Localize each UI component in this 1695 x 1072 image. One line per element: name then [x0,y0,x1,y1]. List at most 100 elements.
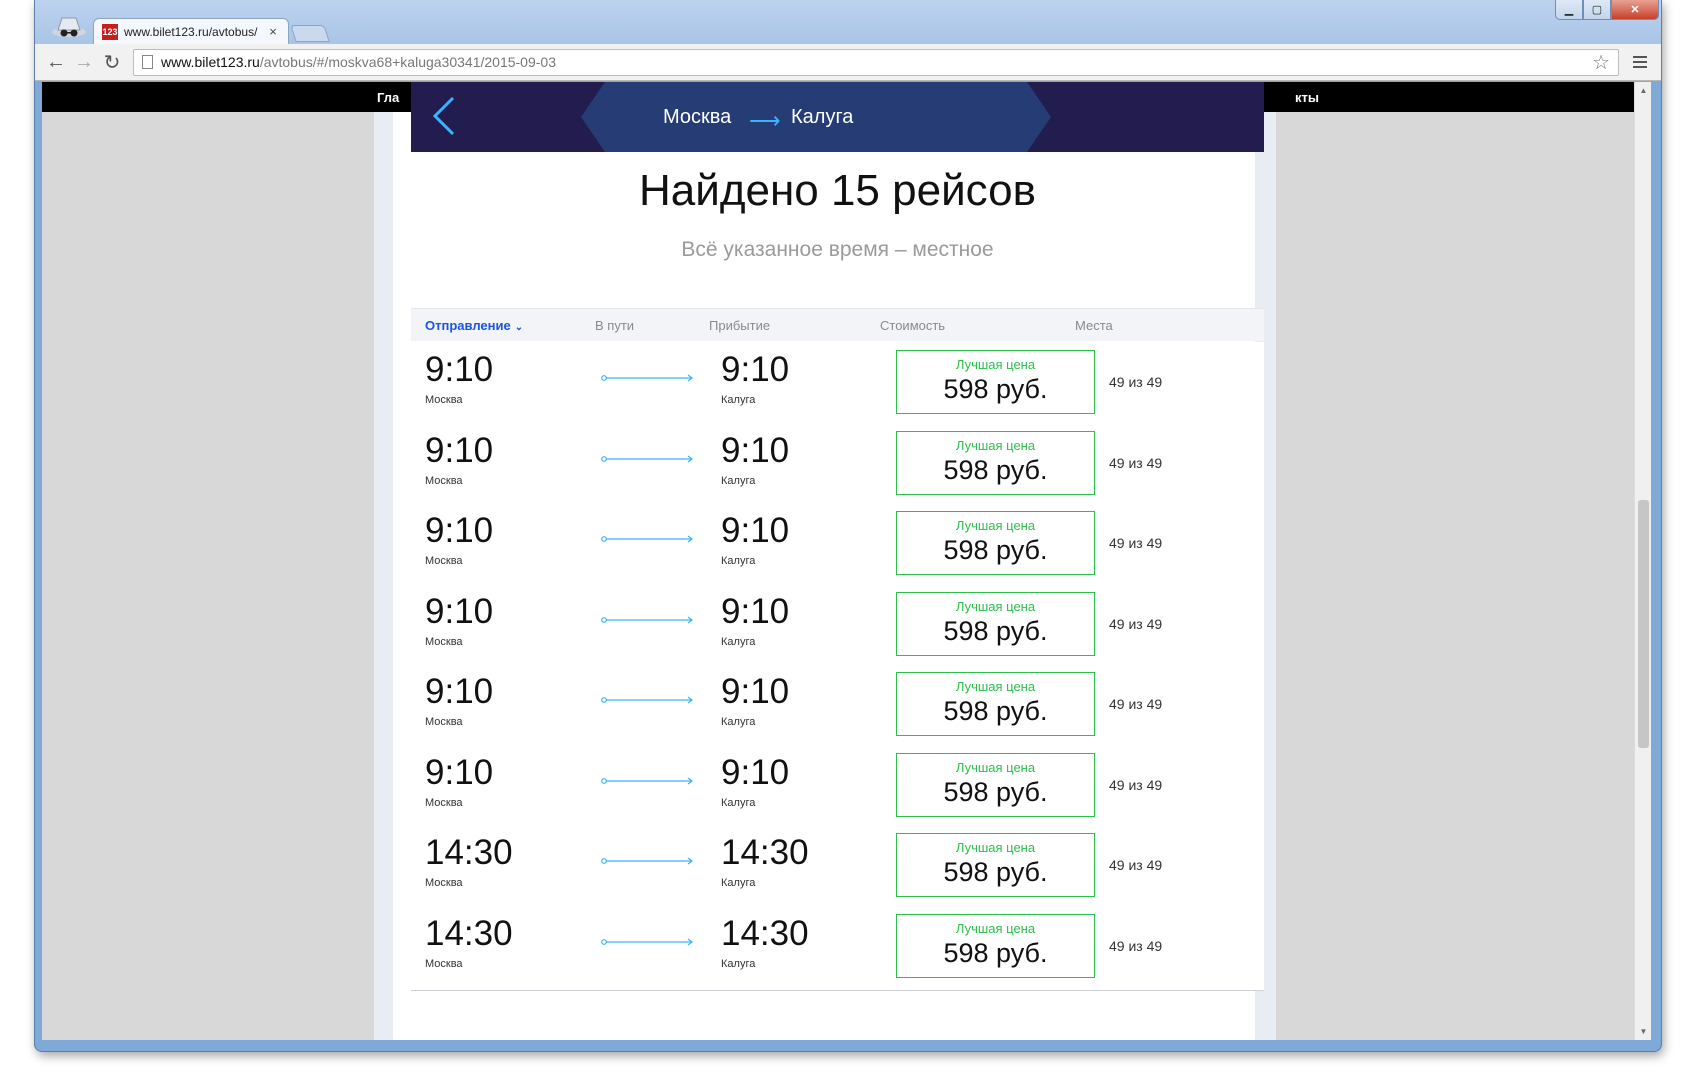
scroll-up-icon[interactable]: ▲ [1635,82,1651,99]
departure-city: Москва [425,555,463,567]
url-host: www.bilet123.ru [161,54,260,70]
price-value: 598 руб. [943,374,1048,404]
browser-window: 123 www.bilet123.ru/avtobus/ × ▁ ▢ ✕ ← →… [34,0,1662,1052]
seats-available: 49 из 49 [1109,615,1163,632]
route-header: Москва ⟶ Калуга [411,82,1264,152]
best-price-button[interactable]: Лучшая цена 598 руб. [896,430,1095,495]
sort-departure-header[interactable]: Отправление ⌄ [425,318,523,333]
best-price-button[interactable]: Лучшая цена 598 руб. [896,833,1095,897]
trip-path-arrow-icon [601,938,693,945]
site-favicon-icon: 123 [102,23,118,40]
forward-button[interactable]: → [71,49,97,75]
seats-available: 49 из 49 [1109,374,1163,390]
price-value: 598 руб. [943,535,1048,565]
tab-close-icon[interactable]: × [266,24,280,39]
route-from: Москва [663,106,732,128]
arrival-city: Калуга [721,474,756,487]
arrival-city: Калуга [721,877,756,889]
trip-path-arrow-icon [601,696,693,704]
trip-row[interactable]: 9:10 Москва 9:10 Калуга Лучшая цена 598 руб. 4… [411,664,1264,749]
best-price-label: Лучшая цена [955,357,1036,372]
best-price-button[interactable]: Лучшая цена 598 руб. [896,913,1095,978]
tab-title: www.bilet123.ru/avtobus/ [124,24,258,39]
window-controls: ▁ ▢ ✕ [1555,0,1659,20]
sort-seats-header[interactable]: Места [1075,318,1113,333]
scroll-down-icon[interactable]: ▼ [1635,1023,1651,1040]
nav-link-home[interactable]: Гла [377,90,399,105]
page-viewport: Гла кты Москва ⟶ Калуга Найдено 15 рейсо… [42,82,1651,1040]
trip-path-arrow-icon [601,455,693,462]
best-price-button[interactable]: Лучшая цена 598 руб. [896,752,1095,817]
best-price-button[interactable]: Лучшая цена 598 руб. [896,350,1095,414]
arrival-time: 14:30 [721,913,809,953]
nav-link-contacts[interactable]: кты [1295,90,1319,105]
route-arrow-icon: ⟶ [749,108,781,133]
address-bar[interactable]: www.bilet123.ru/avtobus/#/moskva68+kalug… [133,48,1619,76]
departure-time: 14:30 [425,833,513,872]
best-price-button[interactable]: Лучшая цена 598 руб. [896,591,1095,656]
page-scrollbar[interactable]: ▲ ▼ [1634,82,1651,1040]
departure-city: Москва [425,635,463,648]
departure-time: 9:10 [425,350,494,389]
price-value: 598 руб. [943,615,1048,646]
price-value: 598 руб. [943,857,1048,887]
arrival-city: Калуга [721,555,756,567]
route-to: Калуга [791,106,854,128]
arrival-city: Калуга [721,635,756,648]
arrival-time: 9:10 [721,511,790,550]
results-subtitle: Всё указанное время – местное [681,238,994,261]
reload-icon[interactable]: ↻ [99,49,125,75]
best-price-button[interactable]: Лучшая цена 598 руб. [896,511,1095,575]
trip-path-arrow-icon [601,535,693,543]
table-header: Отправление ⌄ В пути Прибытие Стоимость М… [411,308,1264,341]
trip-row[interactable]: 9:10 Москва 9:10 Калуга Лучшая цена 598 руб. 4… [411,342,1264,427]
trip-row[interactable]: 9:10 Москва 9:10 Калуга Лучшая цена 598 руб. 4… [411,503,1264,588]
trip-row[interactable]: 14:30 Москва 14:30 Калуга Лучшая цена 598 руб… [411,905,1264,991]
best-price-label: Лучшая цена [955,518,1036,533]
seats-available: 49 из 49 [1109,857,1163,873]
best-price-label: Лучшая цена [955,840,1036,855]
chevron-left-icon[interactable] [431,96,457,136]
minimize-button[interactable]: ▁ [1555,0,1583,20]
sort-duration-header[interactable]: В пути [595,318,634,333]
sort-price-header[interactable]: Стоимость [880,318,945,333]
arrival-city: Калуга [721,394,756,406]
star-icon[interactable]: ☆ [1592,50,1610,75]
arrival-time: 9:10 [721,752,790,792]
browser-tab[interactable]: 123 www.bilet123.ru/avtobus/ × [93,18,289,44]
arrival-city: Калуга [721,957,756,970]
best-price-button[interactable]: Лучшая цена 598 руб. [896,672,1095,736]
page-icon [142,55,153,69]
price-value: 598 руб. [943,454,1048,485]
close-window-button[interactable]: ✕ [1611,0,1659,20]
departure-time: 9:10 [425,591,494,631]
arrival-time: 9:10 [721,430,790,470]
trip-row[interactable]: 14:30 Москва 14:30 Калуга Лучшая цена 598 руб… [411,825,1264,910]
chevron-down-icon: ⌄ [514,322,524,333]
url-path: /avtobus/#/moskva68+kaluga30341/2015-09-… [259,54,556,70]
seats-available: 49 из 49 [1109,696,1163,712]
trip-row[interactable]: 9:10 Москва 9:10 Калуга Лучшая цена 598 руб. 4… [411,744,1264,830]
trip-row[interactable]: 9:10 Москва 9:10 Калуга Лучшая цена 598 руб. 4… [411,422,1264,508]
trip-path-arrow-icon [601,857,693,865]
arrival-time: 14:30 [721,833,809,872]
back-button[interactable]: ← [43,49,69,75]
maximize-button[interactable]: ▢ [1583,0,1611,20]
departure-time: 9:10 [425,752,494,792]
trip-path-arrow-icon [601,777,693,784]
departure-city: Москва [425,716,463,728]
trip-row[interactable]: 9:10 Москва 9:10 Калуга Лучшая цена 598 руб. 4… [411,583,1264,669]
seats-available: 49 из 49 [1109,937,1163,954]
departure-city: Москва [425,877,463,889]
departure-time: 9:10 [425,511,494,550]
scroll-thumb[interactable] [1638,500,1649,748]
incognito-icon [49,14,89,42]
departure-city: Москва [425,474,463,487]
price-value: 598 руб. [943,937,1048,968]
best-price-label: Лучшая цена [955,437,1036,453]
arrival-time: 9:10 [721,672,790,711]
sort-arrival-header[interactable]: Прибытие [709,318,770,333]
new-tab-button[interactable] [290,25,330,42]
best-price-label: Лучшая цена [955,920,1036,936]
hamburger-menu-icon[interactable] [1627,56,1653,68]
